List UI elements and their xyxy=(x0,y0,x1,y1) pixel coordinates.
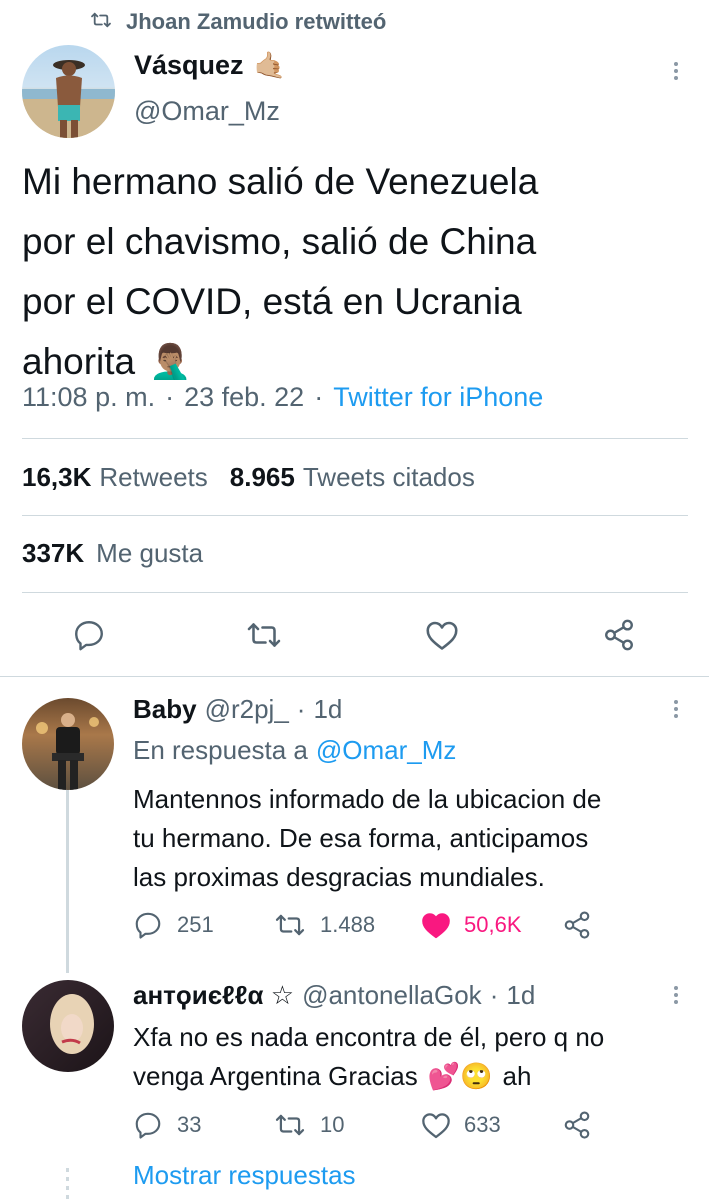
show-replies-link[interactable]: Mostrar respuestas xyxy=(133,1160,356,1191)
thread-line xyxy=(66,790,69,973)
quotes-label[interactable]: Tweets citados xyxy=(303,462,475,493)
tweet-source[interactable]: Twitter for iPhone xyxy=(333,382,543,413)
reply-author-handle[interactable]: @antonellaGok xyxy=(302,980,482,1011)
divider xyxy=(22,438,688,439)
reply-to-prefix: En respuesta a xyxy=(133,735,308,765)
likes-count[interactable]: 337K xyxy=(22,538,84,569)
reply-to-handle[interactable]: @Omar_Mz xyxy=(316,735,457,766)
reply-time[interactable]: 1d xyxy=(506,980,535,1011)
tweet-text-line: por el chavismo, salió de China xyxy=(22,221,537,262)
retweets-label[interactable]: Retweets xyxy=(99,462,207,493)
hearts-eyeroll-emoji: 💕🙄 xyxy=(427,1061,493,1091)
author-handle[interactable]: @Omar_Mz xyxy=(134,96,280,127)
like-count: 633 xyxy=(464,1112,501,1137)
reply-author-name[interactable]: антϙиєℓℓα ☆ xyxy=(133,980,294,1011)
meta-separator: · xyxy=(165,382,175,412)
reply-icon[interactable] xyxy=(72,618,106,657)
like-icon[interactable] xyxy=(424,618,460,657)
like-icon xyxy=(420,910,452,940)
divider xyxy=(22,592,688,593)
share-icon[interactable] xyxy=(602,618,636,657)
reply-avatar[interactable] xyxy=(22,698,114,790)
reply-icon xyxy=(133,1110,163,1140)
retweet-action[interactable]: 10 xyxy=(274,1112,344,1138)
tweet-text-line: Mi hermano salió de Venezuela xyxy=(22,161,539,202)
divider xyxy=(0,676,709,677)
retweets-count[interactable]: 16,3K xyxy=(22,462,91,493)
retweet-count: 1.488 xyxy=(320,912,376,937)
meta-separator: · xyxy=(314,382,324,412)
retweet-banner-text: Jhoan Zamudio retwitteó xyxy=(126,9,387,34)
retweet-action[interactable]: 1.488 xyxy=(274,912,375,938)
tweet-text-line: por el COVID, está en Ucrania xyxy=(22,281,522,322)
meta-separator: · xyxy=(489,980,499,1010)
reply-text-line: Xfa no es nada encontra de él, pero q no xyxy=(133,1022,605,1052)
author-emoji: 🤙🏼 xyxy=(253,50,286,80)
retweet-banner[interactable]: Jhoan Zamudio retwitteó xyxy=(90,8,386,36)
likes-stats: 337K Me gusta xyxy=(22,538,203,569)
reply-author-name[interactable]: Baby xyxy=(133,694,197,725)
reply-icon xyxy=(133,910,163,940)
reply-text-line: Mantennos informado de la ubicacion de xyxy=(133,784,602,814)
retweet-count: 10 xyxy=(320,1112,345,1137)
reply-count: 33 xyxy=(177,1112,202,1137)
retweet-icon[interactable] xyxy=(246,620,282,655)
reply-text-line: venga Argentina Gracias xyxy=(133,1061,418,1091)
reply-to: En respuesta a @Omar_Mz xyxy=(133,735,456,766)
share-icon[interactable] xyxy=(562,1110,592,1145)
reply-count: 251 xyxy=(177,912,214,937)
reply-avatar[interactable] xyxy=(22,980,114,1072)
reply-text: Xfa no es nada encontra de él, pero q no… xyxy=(133,1018,604,1096)
share-icon[interactable] xyxy=(562,910,592,945)
retweet-quote-stats: 16,3K Retweets 8.965 Tweets citados xyxy=(22,462,475,493)
meta-separator: · xyxy=(296,694,306,724)
reply-text-line: tu hermano. De esa forma, anticipamos xyxy=(133,823,589,853)
author-name[interactable]: Vásquez xyxy=(134,50,244,81)
reply-text: Mantennos informado de la ubicacion de t… xyxy=(133,780,601,897)
like-count: 50,6K xyxy=(464,912,522,937)
reply-header: Baby @r2pj_ · 1d xyxy=(133,694,342,725)
more-icon[interactable] xyxy=(666,980,686,1010)
quotes-count[interactable]: 8.965 xyxy=(230,462,295,493)
retweet-icon xyxy=(90,11,112,34)
more-icon[interactable] xyxy=(666,694,686,724)
reply-header: антϙиєℓℓα ☆ @antonellaGok · 1d xyxy=(133,980,535,1011)
tweet-time[interactable]: 11:08 p. m. xyxy=(22,382,155,413)
reply-text-suffix: ah xyxy=(502,1061,532,1091)
reply-author-handle[interactable]: @r2pj_ xyxy=(205,694,289,725)
author-avatar[interactable] xyxy=(22,45,115,138)
reply-action[interactable]: 251 xyxy=(133,910,214,940)
likes-label[interactable]: Me gusta xyxy=(96,538,203,569)
more-icon[interactable] xyxy=(666,56,686,86)
retweet-icon xyxy=(274,912,306,938)
tweet-text: Mi hermano salió de Venezuela por el cha… xyxy=(22,152,538,392)
retweet-icon xyxy=(274,1112,306,1138)
like-action[interactable]: 50,6K xyxy=(420,910,522,940)
reply-time[interactable]: 1d xyxy=(313,694,342,725)
reply-text-line: las proximas desgracias mundiales. xyxy=(133,862,545,892)
reply-action[interactable]: 33 xyxy=(133,1110,201,1140)
like-icon xyxy=(420,1110,452,1140)
tweet-meta: 11:08 p. m. · 23 feb. 22 · Twitter for i… xyxy=(22,382,543,413)
thread-continuation xyxy=(66,1168,69,1200)
divider xyxy=(22,515,688,516)
tweet-date[interactable]: 23 feb. 22 xyxy=(184,382,304,413)
like-action[interactable]: 633 xyxy=(420,1110,501,1140)
author-name-row[interactable]: Vásquez 🤙🏼 xyxy=(134,50,286,81)
